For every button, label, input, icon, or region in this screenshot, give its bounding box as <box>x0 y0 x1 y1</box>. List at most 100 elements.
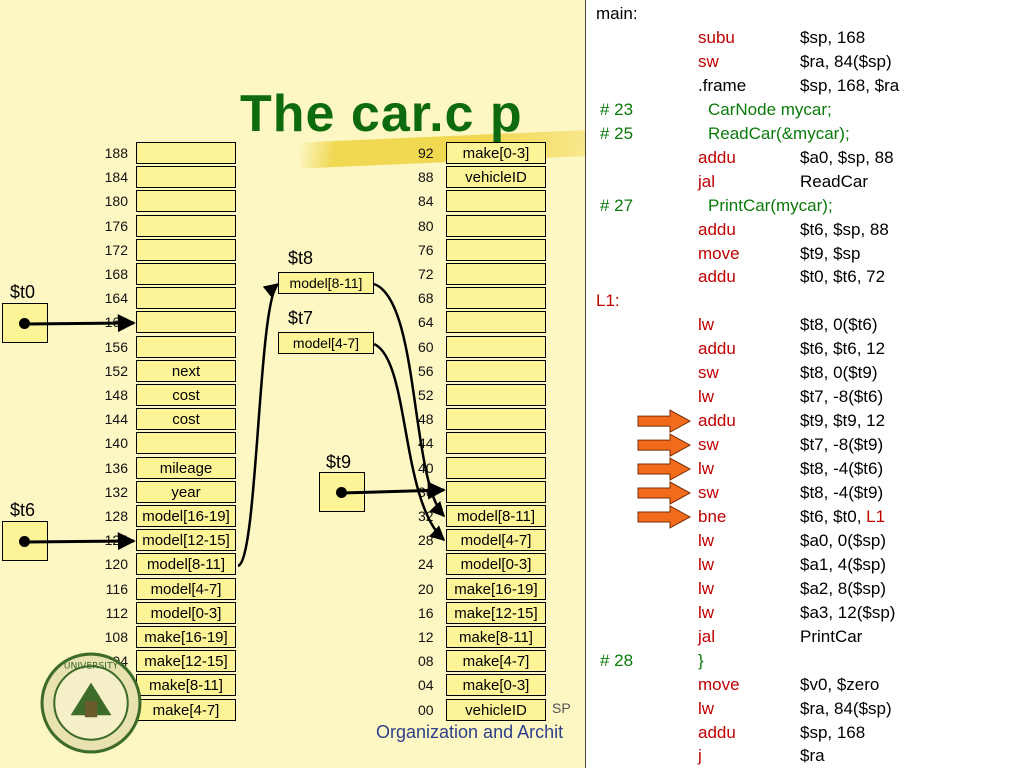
right-stack-cell: vehicleID <box>446 166 546 189</box>
left-stack-cell <box>136 190 236 213</box>
source-comment: PrintCar(mycar); <box>708 195 833 215</box>
code-line: .frame $sp, 168, $ra <box>586 74 1024 98</box>
opcode: lw <box>698 698 715 718</box>
opcode: lw <box>698 602 715 622</box>
left-stack-cell <box>136 432 236 455</box>
opcode: jal <box>698 171 716 191</box>
right-address-label: 40 <box>418 459 434 476</box>
left-address-label: 108 <box>104 629 128 645</box>
right-stack-cell <box>446 335 546 358</box>
right-stack-cell <box>446 359 546 382</box>
right-stack-cell <box>446 384 546 406</box>
left-address-label: 184 <box>104 169 128 186</box>
code-line: # 27 PrintCar(mycar); <box>586 194 1024 218</box>
left-stack-cell: model[8-11] <box>136 553 236 576</box>
left-stack-cell <box>136 214 236 237</box>
right-stack-cell <box>446 287 546 310</box>
left-stack-cell: make[4-7] <box>136 698 236 721</box>
opcode: addu <box>698 339 736 359</box>
right-stack-cell <box>446 238 546 261</box>
branch-target: L1 <box>866 506 886 526</box>
right-address-label: 32 <box>418 508 434 524</box>
opcode: addu <box>698 219 736 239</box>
code-line: bne $t6, $t0, L1 <box>586 505 1024 529</box>
opcode: sw <box>698 435 719 455</box>
operands: $t8, -4($t6) <box>800 459 884 479</box>
left-address-label: 132 <box>104 483 128 500</box>
code-label: main: <box>596 4 638 23</box>
operands: $ra <box>800 746 825 766</box>
right-stack-cell <box>446 190 546 213</box>
code-line: j $ra <box>586 744 1024 768</box>
right-address-label: 92 <box>418 145 434 161</box>
code-line: addu $sp, 168 <box>586 721 1024 745</box>
code-line: addu $t6, $t6, 12 <box>586 337 1024 361</box>
footer-partial-text: SP <box>552 700 571 716</box>
opcode: lw <box>698 554 715 574</box>
right-address-label: 56 <box>418 362 434 379</box>
register-t8-label: $t8 <box>288 248 314 268</box>
operands: $t9, $t9, 12 <box>800 411 886 431</box>
left-address-label: 148 <box>104 387 128 403</box>
operands: $t8, -4($t9) <box>800 483 884 502</box>
right-stack-cell: make[0-3] <box>446 674 546 697</box>
operands: $a2, 8($sp) <box>800 578 886 598</box>
left-stack-cell <box>136 166 236 189</box>
svg-text:UNIVERSITY: UNIVERSITY <box>64 660 119 671</box>
operands: PrintCar <box>800 626 863 646</box>
register-t6-label: $t6 <box>10 500 36 520</box>
right-stack-cell <box>446 480 546 503</box>
operands: $sp, 168 <box>800 722 866 742</box>
code-line: # 23 CarNode mycar; <box>586 98 1024 122</box>
code-label: L1: <box>596 291 620 311</box>
code-line: jal ReadCar <box>586 170 1024 194</box>
opcode: addu <box>698 267 736 287</box>
left-stack-cell: model[4-7] <box>136 577 236 600</box>
left-address-label: 112 <box>105 604 128 621</box>
code-line: lw $a0, 0($sp) <box>586 529 1024 553</box>
code-line: sw $t7, -8($t9) <box>586 433 1024 457</box>
opcode: sw <box>698 363 719 383</box>
right-stack-cell: make[8-11] <box>446 626 546 648</box>
code-line: move $t9, $sp <box>586 242 1024 266</box>
assembly-code-panel: main: subu $sp, 168 sw $ra, 84($sp) .frame $sp… <box>585 0 1024 768</box>
code-line: sw $t8, -4($t9) <box>586 481 1024 505</box>
right-address-label: 08 <box>418 653 434 670</box>
opcode: jal <box>698 626 716 646</box>
left-address-label: 116 <box>105 580 128 597</box>
right-address-label: 36 <box>418 483 434 500</box>
code-line: main: <box>586 2 1024 26</box>
left-address-label: 188 <box>104 145 128 161</box>
code-line: sw $ra, 84($sp) <box>586 50 1024 74</box>
left-address-label: 136 <box>104 459 128 476</box>
right-stack-cell <box>446 408 546 431</box>
right-address-label: 60 <box>418 338 434 355</box>
right-address-label: 48 <box>418 411 434 428</box>
code-line: lw $ra, 84($sp) <box>586 697 1024 721</box>
operands: $t8, 0($t9) <box>800 363 878 383</box>
load-t8-arrow <box>237 283 280 568</box>
opcode: lw <box>698 578 715 598</box>
operands: $t9, $sp <box>800 243 861 263</box>
right-stack-cell: make[16-19] <box>446 577 546 600</box>
code-line: # 25 ReadCar(&mycar); <box>586 122 1024 146</box>
left-stack-cell <box>136 311 236 334</box>
left-address-label: 140 <box>104 435 128 452</box>
code-line: L1: <box>586 289 1024 313</box>
left-stack-cell <box>136 142 236 164</box>
left-stack-cell <box>136 263 236 285</box>
operands: $ra, 84($sp) <box>800 698 892 718</box>
operands: $t6, $t0, L1 <box>800 506 886 526</box>
left-stack-cell: mileage <box>136 456 236 479</box>
left-stack-cell: model[12-15] <box>136 529 236 552</box>
right-stack-cell: make[12-15] <box>446 601 546 624</box>
code-line: move $v0, $zero <box>586 673 1024 697</box>
left-stack-cell <box>136 287 236 310</box>
right-address-label: 28 <box>418 532 434 549</box>
opcode: addu <box>698 411 736 431</box>
operands: $t6, $t6, 12 <box>800 339 886 359</box>
right-stack-cell <box>446 214 546 237</box>
opcode: addu <box>698 147 736 167</box>
right-address-label: 04 <box>418 677 434 694</box>
right-stack-cell: model[0-3] <box>446 553 546 576</box>
